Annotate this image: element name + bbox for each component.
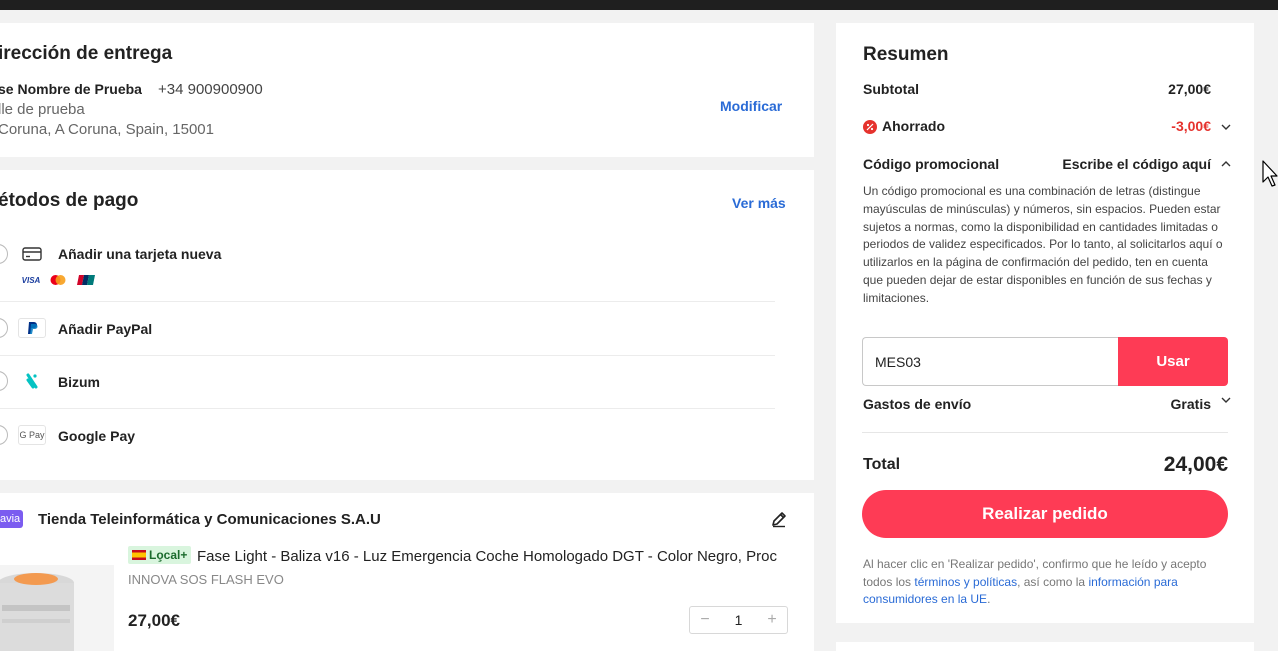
mastercard-icon (47, 273, 69, 287)
bizum-icon (18, 371, 46, 391)
spain-flag-icon (132, 550, 146, 560)
payment-option-label: Google Pay (58, 428, 136, 444)
quantity-stepper: − 1 + (689, 606, 788, 634)
radio-bizum[interactable] (0, 371, 8, 391)
top-bar (0, 0, 1278, 10)
radio-google-pay[interactable] (0, 425, 8, 445)
total-value: 24,00€ (1163, 453, 1228, 476)
divider (862, 432, 1228, 433)
local-badge: Lo̧cal+ (128, 546, 192, 564)
shop-card: avia Tienda Teleinformática y Comunicaci… (0, 493, 814, 651)
payment-option-label: Bizum (58, 374, 100, 390)
legal-text: , así como la (1017, 574, 1089, 589)
see-more-link[interactable]: Ver más (732, 195, 786, 211)
payment-option-label: Añadir PayPal (58, 321, 153, 337)
saved-value: -3,00€ (1171, 118, 1211, 134)
payment-option-google-pay[interactable]: G Pay Google Pay (0, 409, 775, 463)
unionpay-icon (75, 273, 97, 287)
total-label: Total (863, 456, 901, 473)
chevron-down-icon[interactable] (1220, 121, 1232, 133)
address-city: Coruna, A Coruna, Spain, 15001 (0, 121, 214, 138)
product-image[interactable] (0, 565, 114, 651)
place-order-button[interactable]: Realizar pedido (862, 490, 1228, 538)
payment-option-card[interactable]: Añadir una tarjeta nueva VISA (0, 232, 775, 302)
product-title[interactable]: Fase Light - Baliza v16 - Luz Emergencia… (197, 548, 788, 565)
payment-option-label: Añadir una tarjeta nueva (58, 246, 222, 262)
product-brand: INNOVA SOS FLASH EVO (128, 572, 284, 587)
apply-promo-button[interactable]: Usar (1118, 337, 1228, 386)
chevron-down-icon[interactable] (1220, 394, 1232, 406)
address-street: lle de prueba (0, 101, 85, 118)
recipient-phone: +34 900900900 (158, 81, 263, 98)
seller-badge: avia (0, 510, 23, 528)
payment-option-bizum[interactable]: Bizum (0, 356, 775, 409)
recipient-name: se Nombre de Prueba (0, 81, 142, 97)
order-summary-card: Resumen Subtotal 27,00€ Ahorrado -3,00€ … (836, 23, 1254, 623)
summary-title: Resumen (863, 44, 949, 65)
discount-icon (863, 120, 877, 134)
promo-code-input[interactable] (862, 337, 1118, 386)
card-brands: VISA (20, 273, 100, 287)
promo-action[interactable]: Escribe el código aquí (1062, 156, 1211, 172)
shipping-value: Gratis (1170, 396, 1211, 412)
legal-text: . (987, 592, 991, 606)
payment-methods-card: étodos de pago Ver más Añadir una tarjet… (0, 170, 814, 480)
payment-methods-title: étodos de pago (0, 190, 139, 211)
credit-card-icon (18, 244, 46, 264)
terms-link[interactable]: términos y políticas (914, 575, 1017, 589)
saved-label: Ahorrado (882, 118, 945, 134)
promo-description: Un código promocional es una combinación… (863, 184, 1223, 305)
seller-name: Tienda Teleinformática y Comunicaciones … (38, 511, 381, 528)
mouse-cursor-icon (1262, 160, 1278, 187)
edit-icon[interactable] (770, 510, 788, 528)
modify-address-link[interactable]: Modificar (720, 98, 782, 114)
quantity-value[interactable]: 1 (735, 612, 743, 628)
secondary-card (836, 642, 1254, 651)
subtotal-value: 27,00€ (1168, 81, 1211, 97)
chevron-up-icon[interactable] (1220, 158, 1232, 170)
payment-option-paypal[interactable]: Añadir PayPal (0, 302, 775, 356)
radio-card[interactable] (0, 244, 8, 264)
paypal-icon (18, 318, 46, 338)
delivery-address-card: irección de entrega se Nombre de Prueba … (0, 23, 814, 157)
promo-label: Código promocional (863, 156, 1000, 172)
decrease-quantity-button[interactable]: − (698, 611, 712, 629)
legal-notice: Al hacer clic en 'Realizar pedido', conf… (863, 556, 1233, 609)
local-badge-label: Lo̧cal+ (149, 548, 188, 562)
google-pay-icon: G Pay (18, 425, 46, 445)
shipping-label: Gastos de envío (863, 396, 972, 412)
product-price: 27,00€ (128, 611, 180, 630)
delivery-address-title: irección de entrega (0, 43, 173, 64)
subtotal-label: Subtotal (863, 81, 919, 97)
radio-paypal[interactable] (0, 318, 8, 338)
increase-quantity-button[interactable]: + (765, 611, 779, 629)
visa-icon: VISA (21, 275, 41, 285)
